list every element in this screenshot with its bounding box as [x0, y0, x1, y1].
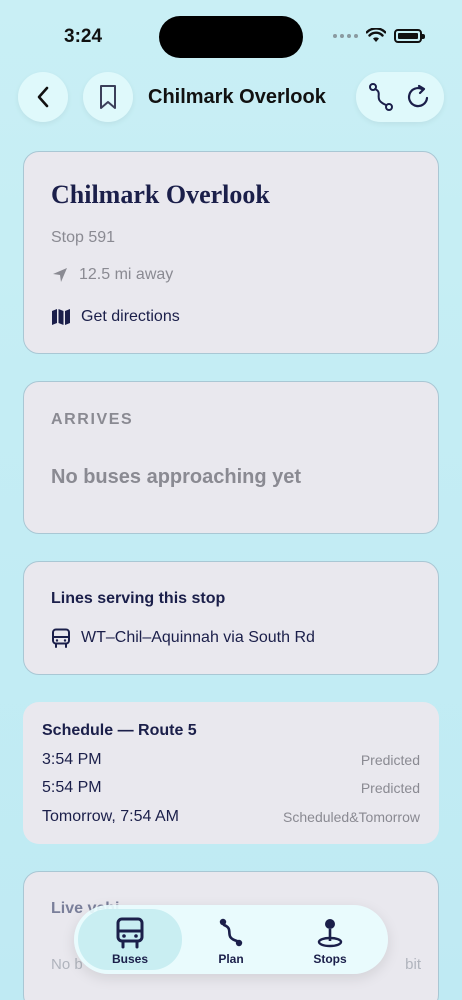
tab-plan[interactable]: Plan — [179, 909, 283, 970]
tab-buses[interactable]: Buses — [78, 909, 182, 970]
schedule-time: Tomorrow, 7:54 AM — [42, 808, 179, 825]
bus-icon — [52, 628, 70, 648]
bookmark-button[interactable] — [83, 72, 133, 122]
page-title: Chilmark Overlook — [148, 86, 326, 108]
bookmark-icon — [100, 85, 116, 109]
cellular-signal-icon — [333, 33, 358, 38]
map-icon — [52, 309, 70, 325]
distance-text: 12.5 mi away — [79, 266, 174, 283]
tab-bar: Buses Plan Stops — [74, 905, 388, 974]
schedule-card: Schedule — Route 5 3:54 PM Predicted 5:5… — [23, 702, 439, 844]
tab-label: Stops — [313, 952, 347, 966]
arrivals-empty-message: No buses approaching yet — [51, 466, 302, 488]
dynamic-island — [159, 16, 303, 58]
tab-label: Plan — [218, 952, 244, 966]
stop-info-card: Chilmark Overlook Stop 591 12.5 mi away … — [23, 151, 439, 354]
battery-icon — [394, 28, 425, 43]
chevron-left-icon — [37, 86, 49, 108]
status-indicators — [333, 28, 425, 43]
schedule-time: 3:54 PM — [42, 751, 102, 768]
refresh-button[interactable] — [406, 83, 432, 111]
refresh-icon — [407, 84, 429, 108]
status-time: 3:24 — [64, 26, 103, 47]
schedule-status: Predicted — [360, 752, 420, 768]
nav-actions — [356, 72, 444, 122]
line-item[interactable]: WT–Chil–Aquinnah via South Rd — [51, 628, 315, 648]
line-label: WT–Chil–Aquinnah via South Rd — [81, 629, 315, 646]
route-icon — [369, 83, 393, 111]
arrives-label: ARRIVES — [51, 411, 134, 428]
schedule-title: Schedule — Route 5 — [42, 722, 197, 739]
get-directions-link[interactable]: Get directions — [51, 308, 180, 326]
schedule-status: Predicted — [360, 780, 420, 796]
schedule-time: 5:54 PM — [42, 779, 102, 796]
arrivals-card: ARRIVES No buses approaching yet — [23, 381, 439, 534]
map-pin-icon — [317, 919, 343, 948]
live-text-end: bit — [405, 956, 421, 973]
live-text-start: No b — [51, 956, 83, 973]
wifi-icon — [366, 28, 386, 42]
lines-title: Lines serving this stop — [51, 590, 226, 607]
stop-name: Chilmark Overlook — [51, 180, 270, 209]
schedule-row: Tomorrow, 7:54 AM Scheduled&Tomorrow — [42, 808, 420, 826]
distance-row: 12.5 mi away — [51, 266, 173, 284]
location-arrow-icon — [53, 268, 67, 282]
stop-number: Stop 591 — [51, 229, 116, 246]
schedule-row: 3:54 PM Predicted — [42, 751, 420, 769]
nav-bar: Chilmark Overlook — [0, 70, 462, 132]
schedule-status: Scheduled&Tomorrow — [283, 809, 420, 825]
route-icon — [219, 918, 243, 947]
bus-icon — [116, 917, 144, 949]
back-button[interactable] — [18, 72, 68, 122]
tab-stops[interactable]: Stops — [278, 909, 382, 970]
status-bar: 3:24 — [0, 0, 462, 70]
route-button[interactable] — [368, 83, 394, 111]
tab-label: Buses — [111, 952, 149, 966]
lines-card: Lines serving this stop WT–Chil–Aquinnah… — [23, 561, 439, 675]
get-directions-label: Get directions — [81, 308, 180, 325]
schedule-row: 5:54 PM Predicted — [42, 779, 420, 797]
